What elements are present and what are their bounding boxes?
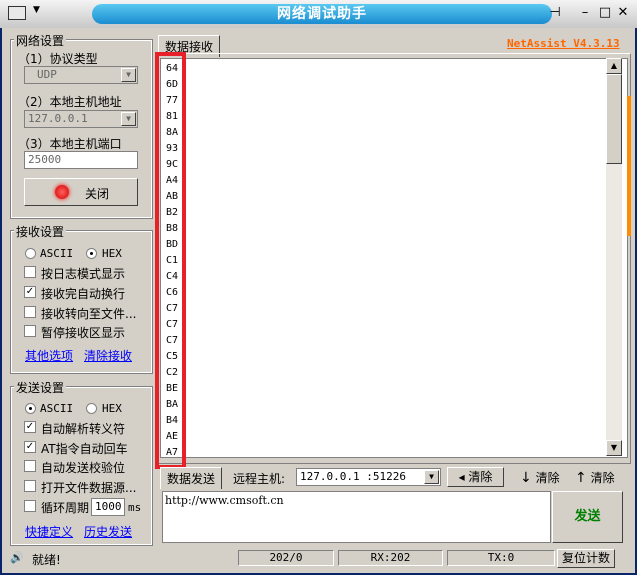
host-value: 127.0.0.1	[28, 112, 88, 125]
log-mode-label: 按日志模式显示	[41, 267, 126, 281]
protocol-label: （1）协议类型	[18, 52, 98, 66]
arrow-left-icon: ◂	[458, 470, 465, 484]
send-ascii-label: ASCII	[40, 402, 74, 415]
auto-newline-label: 接收完自动换行	[41, 287, 126, 301]
status-led-icon	[55, 185, 69, 199]
ready-icon: 🔊	[10, 551, 24, 564]
remote-host-select[interactable]: 127.0.0.1 :51226 ▼	[296, 468, 441, 486]
close-connection-button[interactable]: 关闭	[24, 178, 138, 206]
send-history-link[interactable]: 历史发送	[84, 523, 132, 540]
loop-period-label: 循环周期	[41, 501, 90, 515]
version-link[interactable]: NetAssist V4.3.13	[507, 37, 620, 50]
highlight-box	[155, 52, 186, 469]
receive-ascii-radio[interactable]	[25, 248, 36, 259]
send-textarea[interactable]: http://www.cmsoft.cn	[162, 491, 551, 543]
pause-display-checkbox[interactable]	[24, 325, 36, 337]
receive-scrollbar[interactable]	[606, 74, 622, 456]
protocol-value: UDP	[37, 68, 57, 81]
other-options-link[interactable]: 其他选项	[25, 347, 73, 364]
scroll-up-button[interactable]: ▲	[606, 58, 622, 74]
tab-send[interactable]: 数据发送	[160, 467, 223, 489]
loop-period-input[interactable]: 1000	[91, 498, 125, 516]
loop-period-checkbox[interactable]	[24, 500, 36, 512]
parse-escape-checkbox[interactable]: ✓	[24, 421, 36, 433]
scrollbar-thumb[interactable]	[606, 74, 622, 164]
status-ready: 就绪!	[32, 553, 61, 567]
clear-remote-button[interactable]: ◂ 清除	[447, 467, 504, 487]
file-source-label: 打开文件数据源...	[41, 481, 137, 495]
remote-host-value: 127.0.0.1 :51226	[300, 470, 406, 483]
at-auto-cr-label: AT指令自动回车	[41, 442, 128, 456]
arrow-down-icon: ↓	[520, 470, 532, 486]
clear-label: 清除	[590, 471, 615, 485]
at-auto-cr-checkbox[interactable]: ✓	[24, 441, 36, 453]
receive-textarea[interactable]: 64 6D 77 81 8A 93 9C A4 AB B2 B8 BD C1 C4 C6 C7 C7 C7 C5 C2…	[160, 58, 628, 458]
status-count: 202/0	[238, 550, 334, 566]
app-menu-icon[interactable]	[8, 6, 26, 20]
menu-dropdown-icon[interactable]: ▼	[33, 5, 40, 15]
remote-host-label: 远程主机:	[233, 472, 286, 486]
side-marker	[627, 96, 631, 236]
receive-ascii-label: ASCII	[40, 247, 74, 260]
host-label: （2）本地主机地址	[18, 95, 122, 109]
status-tx: TX:0	[447, 550, 555, 566]
auto-checksum-checkbox[interactable]	[24, 460, 36, 472]
receive-settings-title: 接收设置	[14, 223, 67, 240]
send-hex-label: HEX	[102, 402, 122, 415]
protocol-select[interactable]: UDP ▼	[24, 66, 138, 84]
pin-icon[interactable]: ⊣	[548, 6, 562, 20]
clear-label: 清除	[535, 471, 560, 485]
clear-receive-link[interactable]: 清除接收	[84, 347, 132, 364]
arrow-up-icon: ↑	[575, 470, 587, 486]
recv-to-file-checkbox[interactable]	[24, 306, 36, 318]
shortcut-define-link[interactable]: 快捷定义	[25, 523, 73, 540]
scroll-down-button[interactable]: ▼	[606, 440, 622, 456]
status-rx: RX:202	[338, 550, 443, 566]
file-source-checkbox[interactable]	[24, 480, 36, 492]
clear-label: 清除	[468, 470, 493, 484]
receive-hex-label: HEX	[102, 247, 122, 260]
port-label: （3）本地主机端口	[18, 137, 122, 151]
window-title: 网络调试助手	[92, 4, 552, 24]
reset-count-button[interactable]: 复位计数	[557, 549, 615, 568]
close-label: 关闭	[85, 187, 110, 201]
auto-newline-checkbox[interactable]: ✓	[24, 286, 36, 298]
chevron-down-icon: ▼	[121, 112, 136, 126]
receive-hex-radio[interactable]	[86, 248, 97, 259]
parse-escape-label: 自动解析转义符	[41, 422, 126, 436]
send-ascii-radio[interactable]	[25, 403, 36, 414]
loop-unit-label: ms	[128, 501, 142, 514]
recv-to-file-label: 接收转向至文件...	[41, 307, 137, 321]
pause-display-label: 暂停接收区显示	[41, 326, 126, 340]
clear-down-button[interactable]: ↓ 清除	[520, 469, 560, 486]
minimize-button[interactable]: –	[578, 6, 592, 20]
chevron-down-icon: ▼	[424, 470, 439, 484]
close-window-button[interactable]: ✕	[616, 6, 630, 20]
maximize-button[interactable]: □	[598, 6, 612, 20]
log-mode-checkbox[interactable]	[24, 266, 36, 278]
send-settings-title: 发送设置	[14, 379, 67, 396]
port-input[interactable]: 25000	[24, 151, 138, 169]
chevron-down-icon: ▼	[121, 68, 136, 82]
host-select[interactable]: 127.0.0.1 ▼	[24, 110, 138, 128]
network-settings-title: 网络设置	[14, 32, 67, 49]
auto-checksum-label: 自动发送校验位	[41, 461, 126, 475]
send-button[interactable]: 发送	[552, 491, 623, 543]
clear-up-button[interactable]: ↑ 清除	[575, 469, 615, 486]
send-hex-radio[interactable]	[86, 403, 97, 414]
